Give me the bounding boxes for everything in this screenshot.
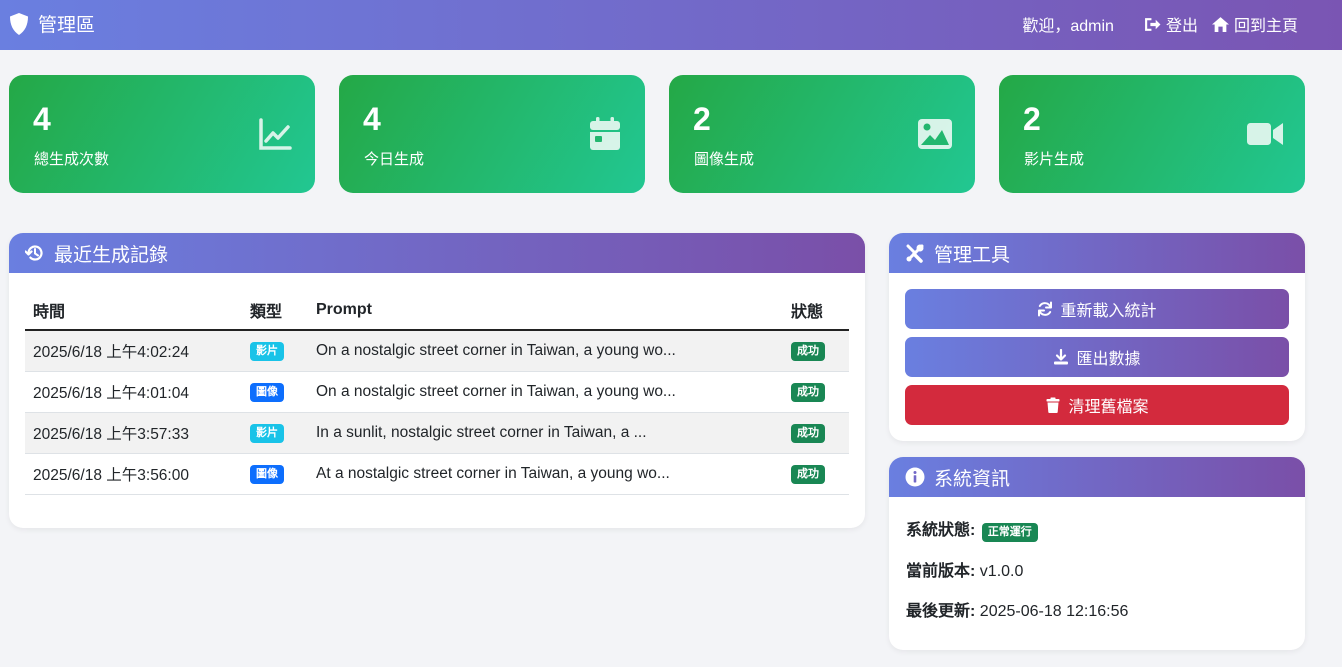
sign-out-icon bbox=[1145, 17, 1161, 31]
stat-value: 4 bbox=[363, 101, 381, 137]
last-updated-row: 最後更新: 2025-06-18 12:16:56 bbox=[906, 597, 1128, 621]
reload-stats-button[interactable]: 重新載入統計 bbox=[905, 289, 1289, 329]
column-header-prompt: Prompt bbox=[308, 290, 783, 331]
sync-icon bbox=[1038, 301, 1053, 317]
cleanup-label: 清理舊檔案 bbox=[1068, 399, 1149, 416]
column-header-status: 狀態 bbox=[783, 290, 849, 331]
history-icon bbox=[25, 245, 43, 261]
stat-label: 總生成次數 bbox=[34, 151, 110, 168]
status-label: 系統狀態: bbox=[906, 522, 976, 539]
recent-records-panel: 最近生成記錄 時間 類型 Prompt 狀態 2025/6/18 上午4:02:… bbox=[9, 233, 865, 528]
cell-status: 成功 bbox=[783, 371, 849, 413]
system-status-row: 系統狀態: 正常運行 bbox=[906, 516, 1038, 542]
type-badge: 圖像 bbox=[250, 382, 284, 402]
home-link[interactable]: 回到主頁 bbox=[1211, 12, 1298, 36]
logout-label: 登出 bbox=[1165, 18, 1198, 35]
export-data-button[interactable]: 匯出數據 bbox=[905, 337, 1289, 377]
panel-title: 最近生成記錄 bbox=[54, 244, 169, 266]
stat-card-video: 2 影片生成 bbox=[999, 75, 1305, 193]
type-badge: 影片 bbox=[250, 341, 284, 361]
image-icon bbox=[918, 119, 952, 149]
admin-tools-header: 管理工具 bbox=[889, 233, 1305, 273]
updated-label: 最後更新: bbox=[906, 603, 976, 620]
stat-card-image: 2 圖像生成 bbox=[669, 75, 975, 193]
table-row: 2025/6/18 上午4:01:04 圖像 On a nostalgic st… bbox=[25, 371, 849, 413]
cell-time: 2025/6/18 上午4:01:04 bbox=[25, 371, 242, 413]
updated-value: 2025-06-18 12:16:56 bbox=[979, 603, 1129, 620]
system-info-header: 系統資訊 bbox=[889, 457, 1305, 497]
column-header-time: 時間 bbox=[25, 290, 242, 331]
cell-time: 2025/6/18 上午3:56:00 bbox=[25, 453, 242, 495]
tools-icon bbox=[906, 244, 924, 263]
cell-status: 成功 bbox=[783, 412, 849, 454]
chart-line-icon bbox=[259, 118, 292, 150]
cell-status: 成功 bbox=[783, 330, 849, 372]
cell-type: 圖像 bbox=[242, 371, 308, 413]
status-badge: 成功 bbox=[791, 423, 825, 443]
cell-status: 成功 bbox=[783, 453, 849, 495]
system-info-panel: 系統資訊 系統狀態: 正常運行 當前版本: v1.0.0 最後更新: 2025-… bbox=[889, 457, 1305, 650]
stat-card-today: 4 今日生成 bbox=[339, 75, 645, 193]
cell-time: 2025/6/18 上午3:57:33 bbox=[25, 412, 242, 454]
brand-title: 管理區 bbox=[38, 15, 96, 36]
table-header-row: 時間 類型 Prompt 狀態 bbox=[25, 290, 849, 331]
stat-value: 2 bbox=[1023, 101, 1041, 137]
panel-title: 系統資訊 bbox=[934, 468, 1011, 490]
stat-card-total: 4 總生成次數 bbox=[9, 75, 315, 193]
video-icon bbox=[1247, 123, 1283, 145]
stat-label: 今日生成 bbox=[364, 151, 425, 168]
cell-type: 影片 bbox=[242, 330, 308, 372]
cleanup-files-button[interactable]: 清理舊檔案 bbox=[905, 385, 1289, 425]
cell-type: 影片 bbox=[242, 412, 308, 454]
version-row: 當前版本: v1.0.0 bbox=[906, 557, 1023, 581]
stat-value: 4 bbox=[33, 101, 51, 137]
stat-label: 圖像生成 bbox=[694, 151, 755, 168]
export-label: 匯出數據 bbox=[1076, 351, 1141, 368]
version-value: v1.0.0 bbox=[979, 563, 1024, 580]
table-row: 2025/6/18 上午3:56:00 圖像 At a nostalgic st… bbox=[25, 453, 849, 495]
cell-prompt: At a nostalgic street corner in Taiwan, … bbox=[308, 453, 783, 495]
home-label: 回到主頁 bbox=[1233, 18, 1298, 35]
type-badge: 影片 bbox=[250, 423, 284, 443]
info-circle-icon bbox=[905, 467, 925, 487]
download-icon bbox=[1054, 349, 1069, 365]
column-header-type: 類型 bbox=[242, 290, 308, 331]
status-badge: 成功 bbox=[791, 464, 825, 484]
cell-time: 2025/6/18 上午4:02:24 bbox=[25, 330, 242, 372]
brand[interactable]: 管理區 bbox=[9, 10, 95, 37]
cell-prompt: On a nostalgic street corner in Taiwan, … bbox=[308, 330, 783, 372]
cell-type: 圖像 bbox=[242, 453, 308, 495]
admin-tools-panel: 管理工具 重新載入統計 匯出數據 清理舊檔案 bbox=[889, 233, 1305, 441]
status-badge: 成功 bbox=[791, 382, 825, 402]
status-badge: 正常運行 bbox=[981, 523, 1038, 542]
panel-title: 管理工具 bbox=[934, 244, 1011, 266]
home-icon bbox=[1211, 16, 1229, 32]
logout-link[interactable]: 登出 bbox=[1144, 12, 1198, 36]
table-row: 2025/6/18 上午4:02:24 影片 On a nostalgic st… bbox=[25, 330, 849, 372]
trash-icon bbox=[1046, 397, 1060, 413]
cell-prompt: On a nostalgic street corner in Taiwan, … bbox=[308, 371, 783, 413]
nav-right: 歡迎，admin 登出 回到主頁 bbox=[1022, 12, 1298, 36]
type-badge: 圖像 bbox=[250, 464, 284, 484]
reload-label: 重新載入統計 bbox=[1060, 303, 1157, 320]
status-badge: 成功 bbox=[791, 341, 825, 361]
welcome-text: 歡迎，admin bbox=[1022, 18, 1114, 35]
top-navbar: 管理區 歡迎，admin 登出 回到主頁 bbox=[0, 0, 1342, 50]
table-row: 2025/6/18 上午3:57:33 影片 In a sunlit, nost… bbox=[25, 412, 849, 454]
records-table: 時間 類型 Prompt 狀態 2025/6/18 上午4:02:24 影片 O… bbox=[25, 290, 849, 495]
stat-label: 影片生成 bbox=[1024, 151, 1085, 168]
shield-icon bbox=[10, 12, 28, 35]
recent-records-header: 最近生成記錄 bbox=[9, 233, 865, 273]
calendar-icon bbox=[590, 117, 620, 150]
stat-value: 2 bbox=[693, 101, 711, 137]
version-label: 當前版本: bbox=[906, 563, 976, 580]
cell-prompt: In a sunlit, nostalgic street corner in … bbox=[308, 412, 783, 454]
